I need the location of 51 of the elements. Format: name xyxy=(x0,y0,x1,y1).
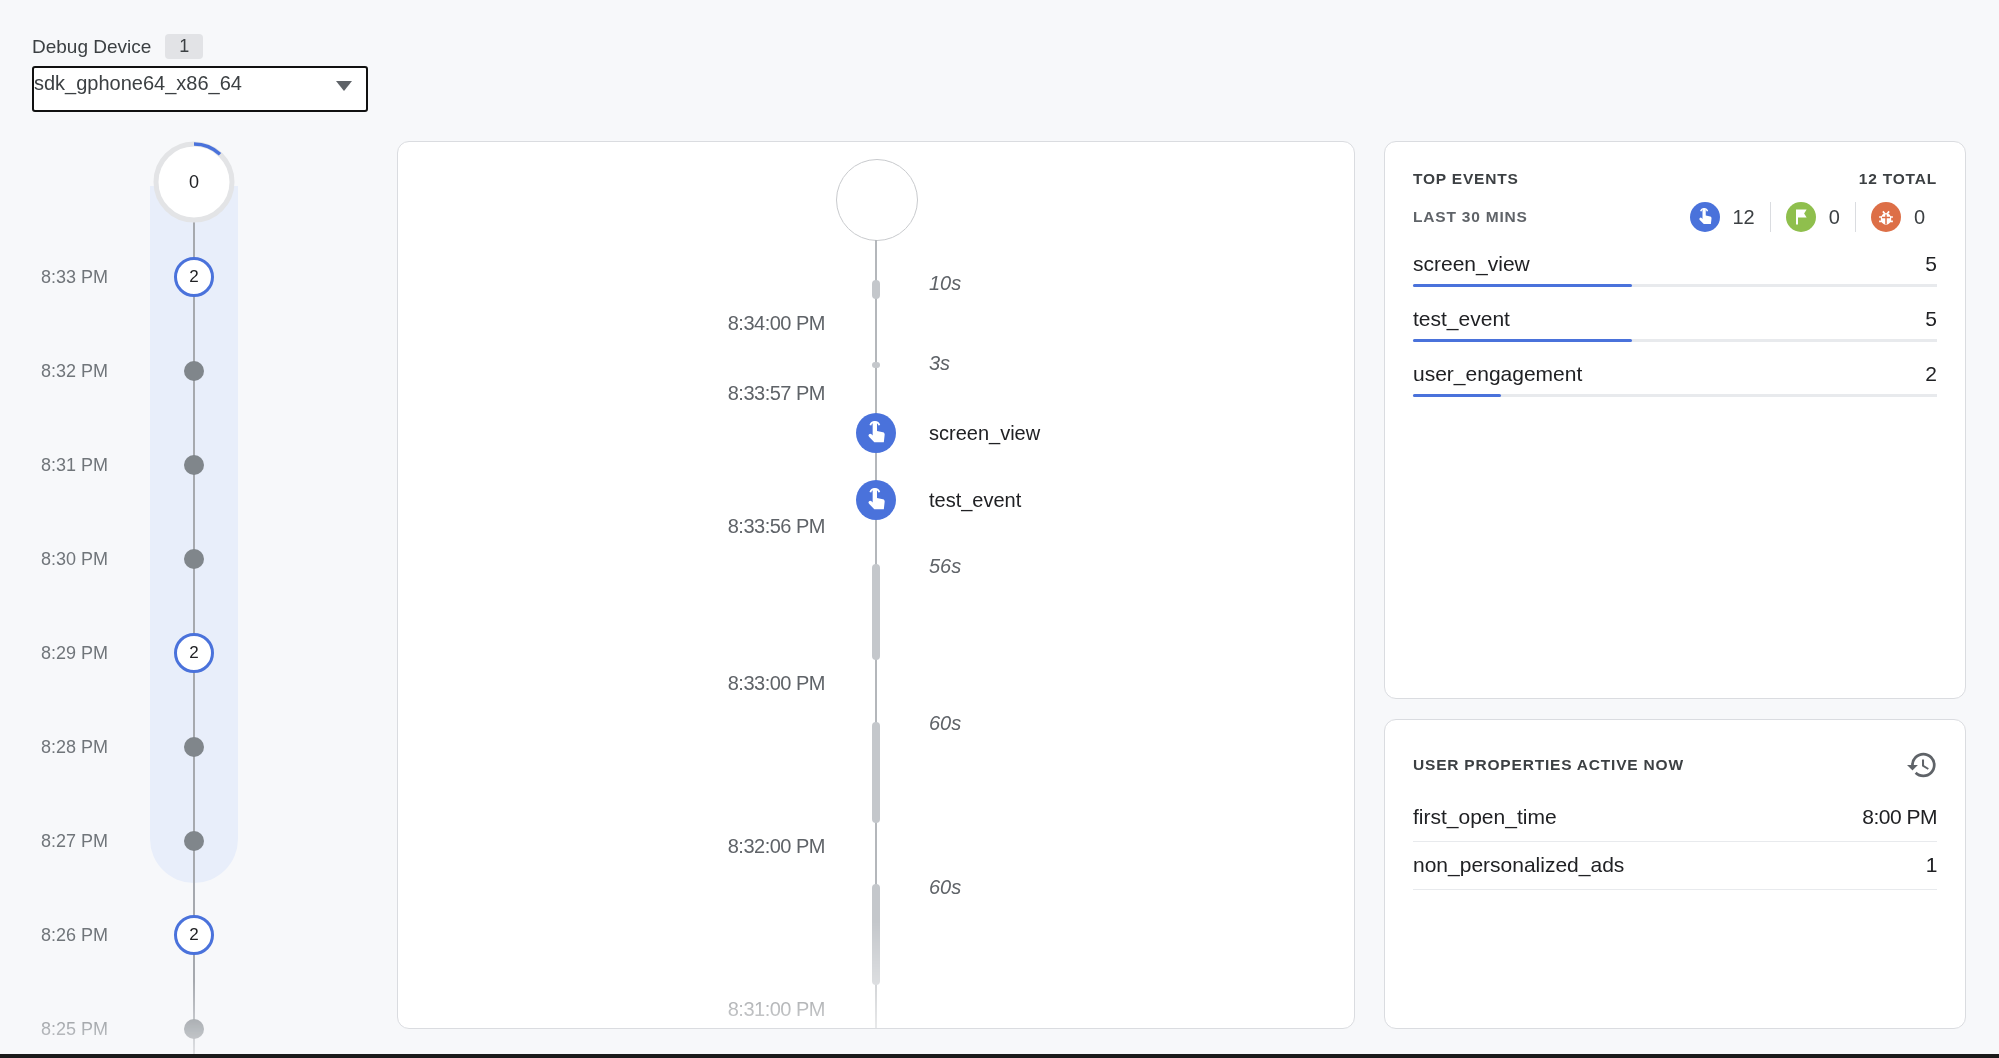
history-icon[interactable] xyxy=(1907,750,1937,780)
category-count: 0 xyxy=(1828,205,1840,229)
total-count: 12 TOTAL xyxy=(1858,170,1937,188)
minute-label: 8:33 PM xyxy=(41,266,109,288)
minute-label: 8:29 PM xyxy=(41,642,109,664)
timestamp-label: 8:33:00 PM xyxy=(727,671,825,695)
minute-label: 8:27 PM xyxy=(41,830,109,852)
gap-bar xyxy=(872,362,880,368)
card-title: USER PROPERTIES ACTIVE NOW xyxy=(1413,756,1684,774)
caret-icon xyxy=(336,81,352,91)
gap-duration: 60s xyxy=(929,875,962,899)
event-count: 2 xyxy=(1925,362,1937,386)
period-label: LAST 30 MINS xyxy=(1413,208,1528,226)
property-name: first_open_time xyxy=(1413,805,1557,829)
property-value: 8:00 PM xyxy=(1862,805,1937,829)
minute-label: 8:25 PM xyxy=(41,1018,109,1040)
event-count: 5 xyxy=(1925,252,1937,276)
timestamp-label: 8:33:57 PM xyxy=(727,381,825,405)
minute-label: 8:31 PM xyxy=(41,454,109,476)
device-dropdown[interactable]: sdk_gphone64_x86_64 xyxy=(32,66,368,112)
gap-duration: 10s xyxy=(929,271,962,295)
gap-bar xyxy=(872,280,880,299)
event-count: 5 xyxy=(1925,307,1937,331)
timestamp-label: 8:32:00 PM xyxy=(727,834,825,858)
event-name[interactable]: test_event xyxy=(1413,307,1510,331)
minute-dot[interactable] xyxy=(184,1019,204,1039)
pointer-hand-icon xyxy=(856,480,896,520)
pointer-hand-icon xyxy=(856,413,896,453)
timestamp-label: 8:34:00 PM xyxy=(727,311,825,335)
minute-label: 8:32 PM xyxy=(41,360,109,382)
device-label: Debug Device xyxy=(32,35,152,58)
event-name[interactable]: test_event xyxy=(929,488,1022,512)
category-count: 0 xyxy=(1913,205,1925,229)
property-name: non_personalized_ads xyxy=(1413,853,1625,877)
property-value: 1 xyxy=(1925,853,1937,877)
minute-label: 8:28 PM xyxy=(41,736,109,758)
card-title: TOP EVENTS xyxy=(1413,170,1519,188)
gap-duration: 3s xyxy=(929,351,951,375)
current-minute-count: 0 xyxy=(189,173,199,191)
device-count-badge: 1 xyxy=(165,34,204,59)
event-name[interactable]: screen_view xyxy=(1413,252,1530,276)
event-name[interactable]: screen_view xyxy=(929,421,1041,445)
timestamp-label: 8:33:56 PM xyxy=(727,514,825,538)
timestamp-label: 8:31:00 PM xyxy=(727,997,825,1021)
minute-label: 8:26 PM xyxy=(41,924,109,946)
event-name[interactable]: user_engagement xyxy=(1413,362,1583,386)
minute-label: 8:30 PM xyxy=(41,548,109,570)
gap-duration: 60s xyxy=(929,711,962,735)
gap-duration: 56s xyxy=(929,554,962,578)
category-count: 12 xyxy=(1732,205,1755,229)
minute-event-count[interactable]: 2 xyxy=(174,915,214,955)
